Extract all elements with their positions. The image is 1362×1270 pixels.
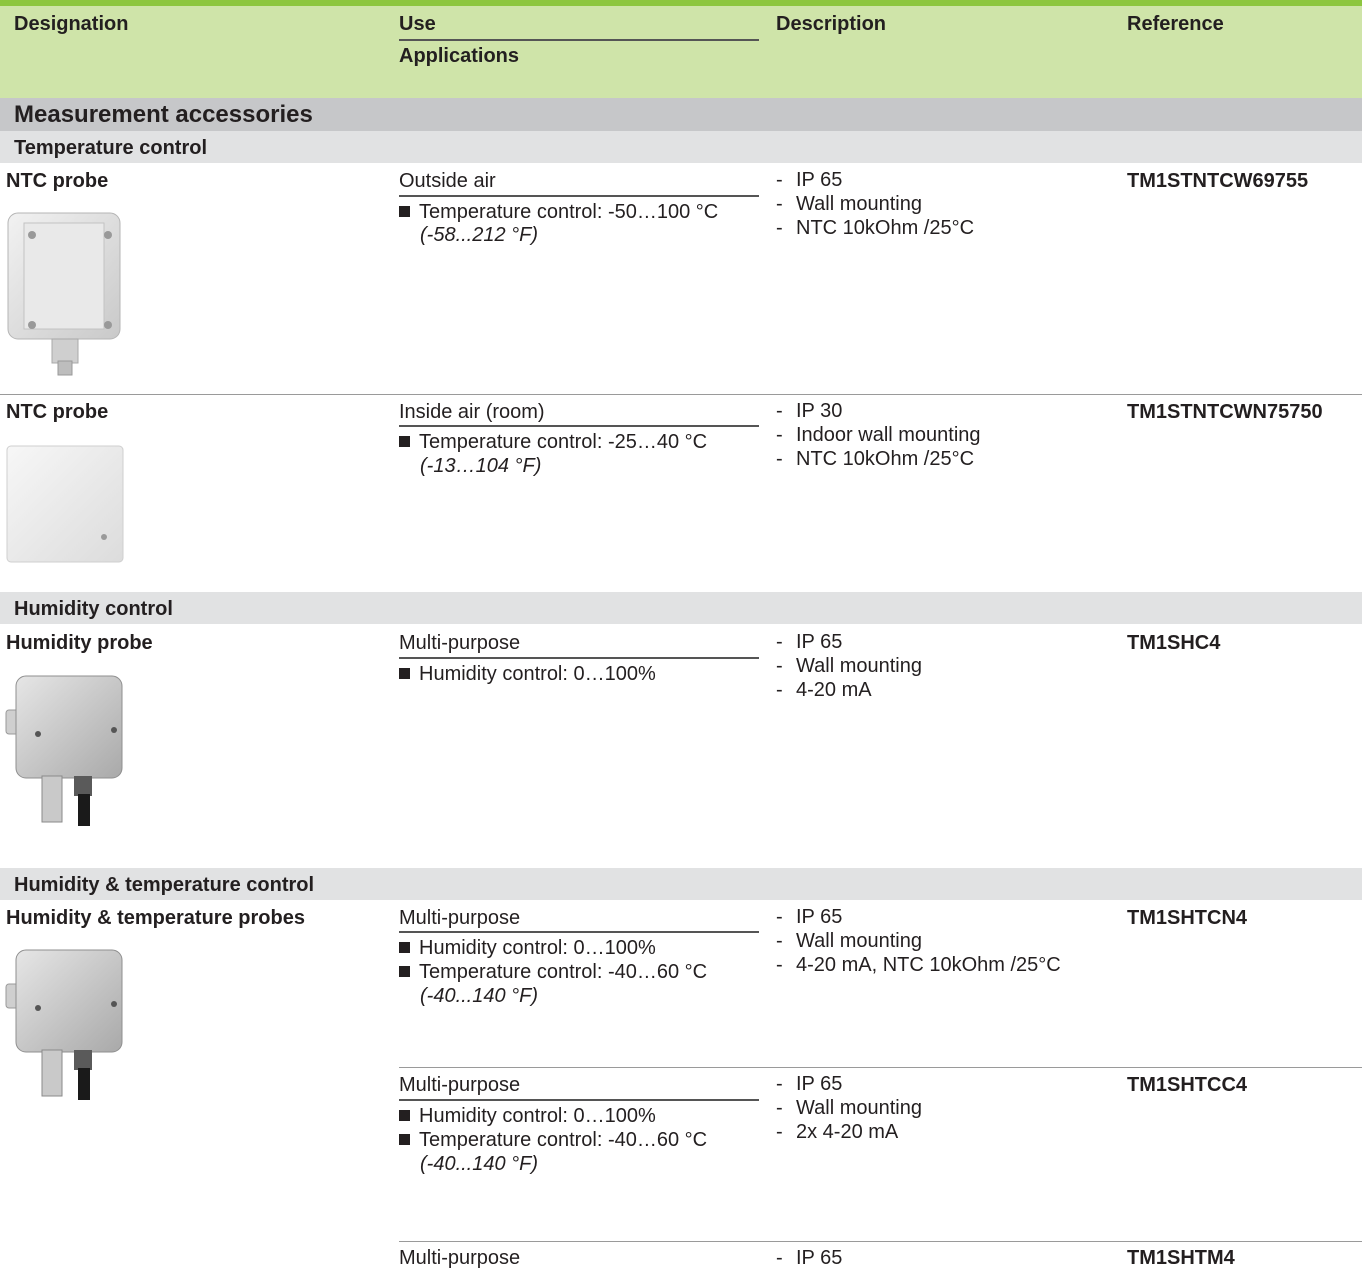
- row-fahrenheit: (-58...212 °F): [420, 224, 539, 246]
- row-fahrenheit: (-40...140 °F): [420, 985, 539, 1007]
- use-underline: [399, 1099, 759, 1101]
- bullet-square-icon: [399, 668, 410, 679]
- col-use: Use: [399, 13, 436, 35]
- row-use: Multi-purpose: [399, 1247, 521, 1269]
- group-title-humidity: Humidity control: [14, 598, 173, 620]
- row-divider: [0, 394, 1362, 395]
- bullet-square-icon: [399, 1134, 410, 1145]
- row-reference: TM1STNTCW69755: [1127, 170, 1309, 192]
- ntc-room-probe-image: [6, 445, 124, 563]
- row-description: - IP 30 - Indoor wall mounting - NTC 10kOhm…: [776, 400, 981, 470]
- row-bullet: Temperature control: -40…60 °C: [399, 1128, 707, 1152]
- row-designation: Humidity & temperature probes: [6, 907, 305, 929]
- bullet-square-icon: [399, 436, 410, 447]
- humidity-temperature-probe-image: [5, 949, 123, 1100]
- bullet-square-icon: [399, 942, 410, 953]
- group-bar-humidity: [0, 592, 1362, 624]
- group-title-humtemp: Humidity & temperature control: [14, 874, 315, 896]
- bullet-square-icon: [399, 1110, 410, 1121]
- humidity-probe-image: [5, 675, 123, 826]
- row-designation: NTC probe: [6, 170, 109, 192]
- row-reference: TM1STNTCWN75750: [1127, 401, 1323, 423]
- bullet-square-icon: [399, 966, 410, 977]
- row-bullet: Temperature control: -25…40 °C: [399, 430, 707, 454]
- row-description: - IP 65 - Wall mounting -4-20 mA, NTC 10kO…: [776, 906, 1061, 976]
- row-fahrenheit: (-13…104 °F): [420, 455, 542, 477]
- row-bullet: Temperature control: -50…100 °C: [399, 200, 718, 224]
- row-bullet: Humidity control: 0…100%: [399, 662, 656, 686]
- row-divider: [399, 1241, 1362, 1242]
- row-use: Multi-purpose: [399, 907, 521, 929]
- row-bullet: Humidity control: 0…100%: [399, 936, 656, 960]
- row-description: - IP 65 - Wall mounting -4-20 mA: [776, 631, 922, 701]
- row-use: Outside air: [399, 170, 496, 192]
- header-use-underline: [399, 39, 759, 41]
- use-underline: [399, 425, 759, 427]
- row-description: - IP 65: [776, 1247, 843, 1269]
- row-reference: TM1SHTM4: [1127, 1247, 1235, 1269]
- col-reference: Reference: [1127, 13, 1224, 35]
- col-applications: Applications: [399, 45, 520, 67]
- row-use: Multi-purpose: [399, 1074, 521, 1096]
- row-divider: [399, 1067, 1362, 1068]
- use-underline: [399, 657, 759, 659]
- col-description: Description: [776, 13, 887, 35]
- row-reference: TM1SHTCC4: [1127, 1074, 1248, 1096]
- row-fahrenheit: (-40...140 °F): [420, 1153, 539, 1175]
- row-use: Multi-purpose: [399, 632, 521, 654]
- row-description: - IP 65 - Wall mounting - NTC 10kOhm /25°C: [776, 169, 975, 239]
- row-designation: Humidity probe: [6, 632, 153, 654]
- bullet-square-icon: [399, 206, 410, 217]
- section-title: Measurement accessories: [14, 101, 313, 128]
- ntc-outdoor-probe-image: [7, 212, 121, 376]
- row-bullet: Temperature control: -40…60 °C: [399, 960, 707, 984]
- use-underline: [399, 931, 759, 933]
- row-use: Inside air (room): [399, 401, 545, 423]
- row-description: - IP 65 - Wall mounting -2x 4-20 mA: [776, 1073, 922, 1143]
- row-reference: TM1SHTCN4: [1127, 907, 1248, 929]
- group-title-temperature: Temperature control: [14, 137, 207, 159]
- col-designation: Designation: [14, 13, 129, 35]
- header-accent-line: [0, 0, 1362, 6]
- row-reference: TM1SHC4: [1127, 632, 1221, 654]
- row-bullet: Humidity control: 0…100%: [399, 1104, 656, 1128]
- use-underline: [399, 195, 759, 197]
- row-designation: NTC probe: [6, 401, 109, 423]
